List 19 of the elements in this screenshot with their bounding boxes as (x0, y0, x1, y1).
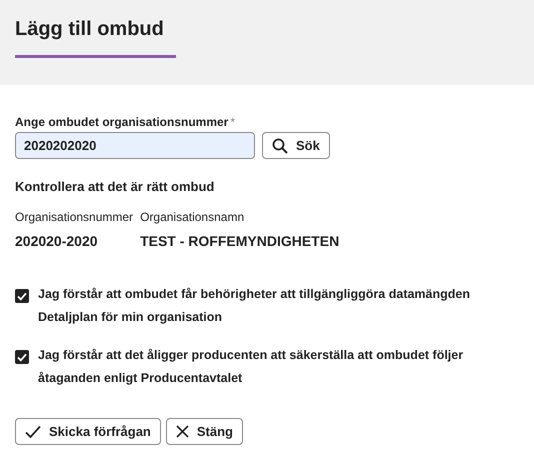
page-title: Lägg till ombud (15, 18, 176, 58)
column-label: Organisationsnamn (140, 210, 246, 224)
checkmark-icon (25, 424, 41, 438)
section-heading: Kontrollera att det är rätt ombud (15, 179, 216, 194)
search-button[interactable]: Sök (262, 132, 330, 159)
close-icon (176, 425, 189, 438)
close-button[interactable]: Stäng (166, 418, 243, 445)
confirmation-text: Jag förstår att ombudet får behörigheter att tillgängliggöra datamängden Detaljplan för min organisation (38, 286, 471, 326)
checkbox[interactable] (15, 350, 29, 364)
column-label: Organisationsnummer (15, 210, 134, 224)
search-icon (272, 138, 288, 154)
checkbox[interactable] (15, 289, 29, 303)
send-button[interactable]: Skicka förfrågan (15, 418, 161, 445)
organisation-value: 202020-2020 (15, 233, 99, 249)
confirmation-text: Jag förstår att det åligger producenten att säkerställa att ombudet följer åtaganden enligt Producentavtalet (38, 347, 464, 387)
field-label: Ange ombudet organisationsnummer (15, 115, 228, 129)
input-field[interactable]: 2020202020 (15, 132, 255, 159)
organisation-value: TEST - ROFFEMYNDIGHETEN (140, 233, 340, 249)
required-mark: * (230, 115, 236, 129)
